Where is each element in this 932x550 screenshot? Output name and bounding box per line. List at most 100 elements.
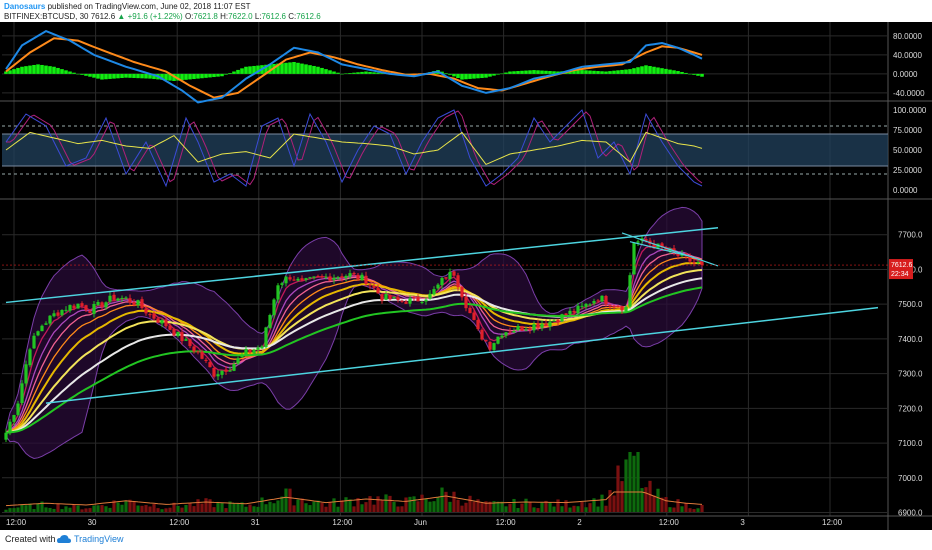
- volume-bar: [512, 498, 516, 512]
- volume-bar: [672, 507, 676, 512]
- candle-body: [268, 315, 272, 329]
- macd-histogram-bar: [348, 73, 352, 74]
- macd-histogram-bar: [280, 63, 284, 74]
- candle-body: [536, 323, 540, 328]
- macd-histogram-bar: [480, 73, 484, 78]
- volume-bar: [696, 508, 700, 512]
- candle-body: [500, 335, 504, 338]
- tradingview-brand[interactable]: TradingView: [74, 534, 124, 544]
- candle-body: [320, 276, 324, 278]
- volume-bar: [520, 503, 524, 512]
- candle-body: [416, 297, 420, 302]
- price-axis-tick: 7000.0: [898, 474, 923, 483]
- candle-body: [252, 349, 256, 354]
- volume-bar: [340, 500, 344, 512]
- volume-bar: [680, 506, 684, 512]
- candle-body: [52, 313, 56, 317]
- candle-body: [224, 369, 228, 372]
- macd-histogram-bar: [72, 72, 76, 74]
- chart-footer: Created with TradingView: [0, 530, 932, 550]
- volume-bar: [576, 506, 580, 512]
- macd-histogram-bar: [540, 70, 544, 74]
- macd-histogram-bar: [328, 70, 332, 74]
- candle-body: [636, 241, 640, 243]
- candle-body: [168, 325, 172, 330]
- macd-histogram-bar: [104, 73, 108, 80]
- macd-histogram-bar: [20, 66, 24, 74]
- candle-body: [464, 296, 468, 309]
- candle-body: [184, 339, 188, 341]
- volume-bar: [532, 507, 536, 512]
- macd-histogram-bar: [512, 71, 516, 74]
- candle-body: [156, 318, 160, 323]
- volume-bar: [216, 501, 220, 512]
- candle-body: [88, 310, 92, 314]
- candle-body: [428, 293, 432, 299]
- macd-histogram-bar: [696, 73, 700, 76]
- volume-bar: [380, 500, 384, 512]
- volume-bar: [72, 504, 76, 512]
- volume-bar: [692, 509, 696, 512]
- volume-bar: [252, 506, 256, 512]
- candle-body: [124, 297, 128, 299]
- candle-body: [152, 313, 156, 319]
- candle-body: [568, 310, 572, 315]
- macd-histogram-bar: [584, 70, 588, 74]
- macd-histogram-bar: [132, 73, 136, 78]
- volume-bar: [668, 507, 672, 512]
- candle-body: [560, 314, 564, 322]
- candle-body: [376, 288, 380, 294]
- macd-histogram-bar: [372, 72, 376, 74]
- volume-bar: [400, 506, 404, 512]
- volume-bar: [256, 506, 260, 512]
- macd-axis-tick: 80.0000: [893, 32, 922, 41]
- macd-histogram-bar: [528, 70, 532, 74]
- volume-bar: [220, 502, 224, 512]
- macd-histogram-bar: [92, 73, 96, 78]
- macd-histogram-bar: [476, 73, 480, 79]
- candle-body: [380, 294, 384, 301]
- candle-body: [300, 278, 304, 281]
- volume-bar: [332, 498, 336, 512]
- author-name[interactable]: Danosaurs: [4, 2, 45, 11]
- candle-body: [520, 326, 524, 331]
- candle-body: [232, 363, 236, 371]
- candle-body: [532, 323, 536, 331]
- volume-bar: [556, 499, 560, 512]
- candle-body: [72, 305, 76, 309]
- time-axis-tick: 31: [251, 518, 260, 527]
- macd-histogram-bar: [364, 71, 368, 74]
- volume-bar: [68, 507, 72, 512]
- macd-histogram-bar: [604, 71, 608, 74]
- volume-bar: [424, 498, 428, 512]
- macd-histogram-bar: [228, 73, 232, 74]
- volume-bar: [612, 495, 616, 512]
- candle-body: [244, 348, 248, 355]
- macd-histogram-bar: [44, 65, 48, 74]
- candle-body: [512, 331, 516, 333]
- volume-bar: [284, 488, 288, 512]
- volume-bar: [120, 504, 124, 512]
- macd-axis-tick: -40.0000: [893, 89, 925, 98]
- macd-histogram-bar: [616, 70, 620, 74]
- candle-body: [160, 320, 164, 324]
- volume-bar: [528, 501, 532, 512]
- candle-body: [392, 296, 396, 299]
- macd-histogram-bar: [292, 62, 296, 74]
- candle-body: [368, 284, 372, 286]
- macd-histogram-bar: [300, 63, 304, 74]
- low-value: 7612.6: [261, 12, 286, 21]
- macd-histogram-bar: [596, 71, 600, 74]
- volume-bar: [352, 506, 356, 512]
- macd-histogram-bar: [600, 71, 604, 74]
- volume-bar: [632, 455, 636, 512]
- candle-body: [180, 332, 184, 342]
- macd-histogram-bar: [324, 69, 328, 74]
- candle-body: [192, 346, 196, 352]
- macd-axis-tick: 0.0000: [893, 70, 918, 79]
- candle-body: [28, 349, 32, 366]
- volume-bar: [548, 502, 552, 512]
- chart-canvas[interactable]: 80.0000 40.0000 0.0000 -40.0000 100.0000 75.0…: [0, 22, 932, 530]
- volume-bar: [196, 499, 200, 512]
- volume-bar: [372, 504, 376, 512]
